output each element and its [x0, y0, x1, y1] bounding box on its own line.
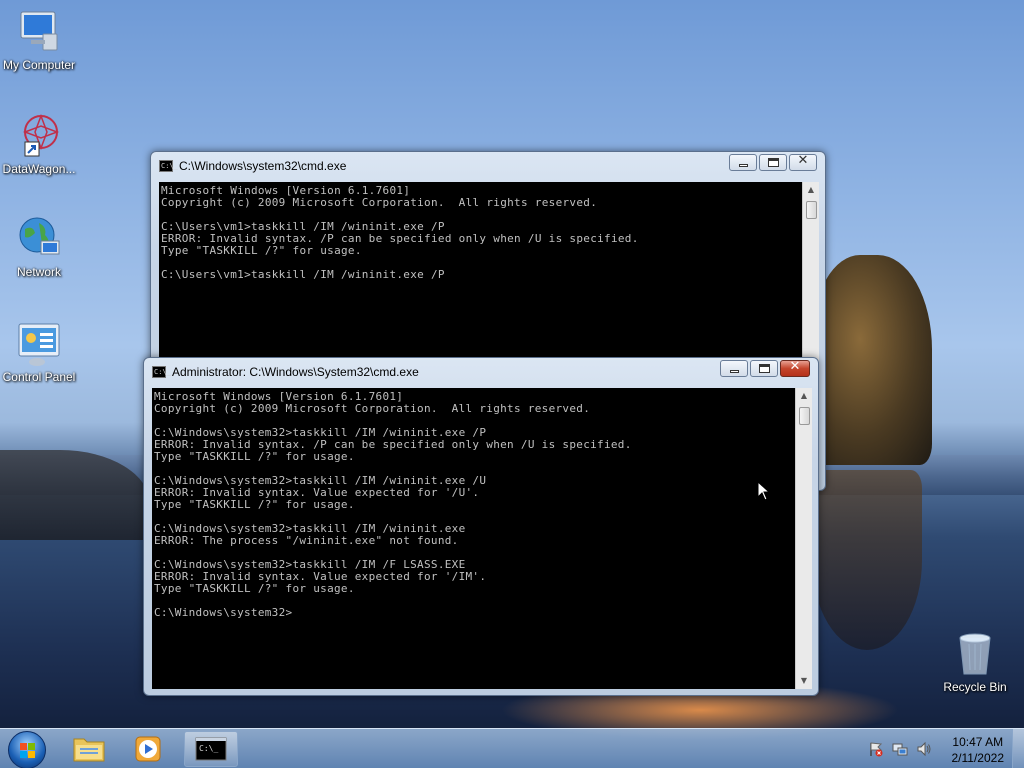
close-button[interactable]: ✕ [780, 359, 810, 377]
media-player-icon [135, 736, 161, 762]
console-output[interactable]: Microsoft Windows [Version 6.1.7601] Cop… [152, 388, 812, 689]
minimize-button[interactable] [729, 154, 757, 171]
close-icon: ✕ [789, 359, 801, 374]
maximize-button[interactable] [759, 154, 787, 171]
taskbar: C:\_ 10:47 AM 2/11/2022 [0, 728, 1024, 768]
scroll-up-icon[interactable]: ▲ [796, 388, 812, 404]
scroll-thumb[interactable] [806, 201, 817, 219]
action-center-flag-icon[interactable] [868, 741, 884, 757]
minimize-button[interactable] [720, 360, 748, 377]
cmd-icon: C:\_ [152, 366, 171, 378]
network-globe-icon [15, 215, 63, 263]
volume-icon[interactable] [916, 741, 932, 757]
datawagon-shortcut-icon [15, 112, 63, 160]
start-button[interactable] [8, 731, 46, 768]
wallpaper-reflection [812, 470, 922, 650]
show-desktop-button[interactable] [1012, 729, 1024, 768]
scroll-down-icon[interactable]: ▼ [796, 673, 812, 689]
vertical-scrollbar[interactable]: ▲ ▼ [795, 388, 812, 689]
title-bar[interactable]: C:\_ Administrator: C:\Windows\System32\… [144, 358, 818, 386]
desktop-icon-datawagon[interactable]: DataWagon... [0, 112, 79, 176]
desktop-icon-recycle-bin[interactable]: Recycle Bin [935, 630, 1015, 694]
maximize-icon [759, 364, 770, 373]
minimize-icon [739, 164, 748, 167]
cmd-icon: C:\_ [159, 160, 178, 172]
cmd-window-admin[interactable]: C:\_ Administrator: C:\Windows\System32\… [143, 357, 819, 696]
clock-date: 2/11/2022 [951, 751, 1005, 765]
desktop-icon-network[interactable]: Network [0, 215, 79, 279]
scroll-up-icon[interactable]: ▲ [803, 182, 819, 198]
svg-text:C:\_: C:\_ [199, 744, 218, 753]
recycle-bin-icon [951, 630, 999, 678]
control-panel-icon [15, 320, 63, 368]
wallpaper-sea-stack [812, 255, 932, 465]
system-tray: 10:47 AM 2/11/2022 [854, 729, 1024, 768]
computer-icon [15, 8, 63, 56]
console-text: Microsoft Windows [Version 6.1.7601] Cop… [154, 390, 632, 619]
network-icon[interactable] [892, 741, 908, 757]
window-title: C:\Windows\system32\cmd.exe [179, 159, 347, 173]
desktop-icon-control-panel[interactable]: Control Panel [0, 320, 79, 384]
mouse-cursor-icon [757, 481, 771, 501]
close-button[interactable]: ✕ [789, 153, 817, 171]
clock-time: 10:47 AM [952, 735, 1004, 749]
taskbar-file-explorer[interactable] [62, 731, 116, 767]
taskbar-media-player[interactable] [122, 731, 176, 767]
minimize-icon [730, 370, 739, 373]
command-prompt-icon: C:\_ [195, 737, 227, 761]
maximize-button[interactable] [750, 360, 778, 377]
desktop-icon-my-computer[interactable]: My Computer [0, 8, 79, 72]
file-explorer-icon [73, 738, 105, 762]
scroll-thumb[interactable] [799, 407, 810, 425]
title-bar[interactable]: C:\_ C:\Windows\system32\cmd.exe ✕ [151, 152, 825, 180]
maximize-icon [768, 158, 779, 167]
taskbar-command-prompt[interactable]: C:\_ [184, 731, 238, 767]
windows-logo-icon [20, 743, 36, 759]
clock[interactable]: 10:47 AM 2/11/2022 [952, 734, 1005, 766]
console-text: Microsoft Windows [Version 6.1.7601] Cop… [161, 184, 639, 281]
close-icon: ✕ [797, 153, 809, 168]
window-title: Administrator: C:\Windows\System32\cmd.e… [172, 365, 419, 379]
